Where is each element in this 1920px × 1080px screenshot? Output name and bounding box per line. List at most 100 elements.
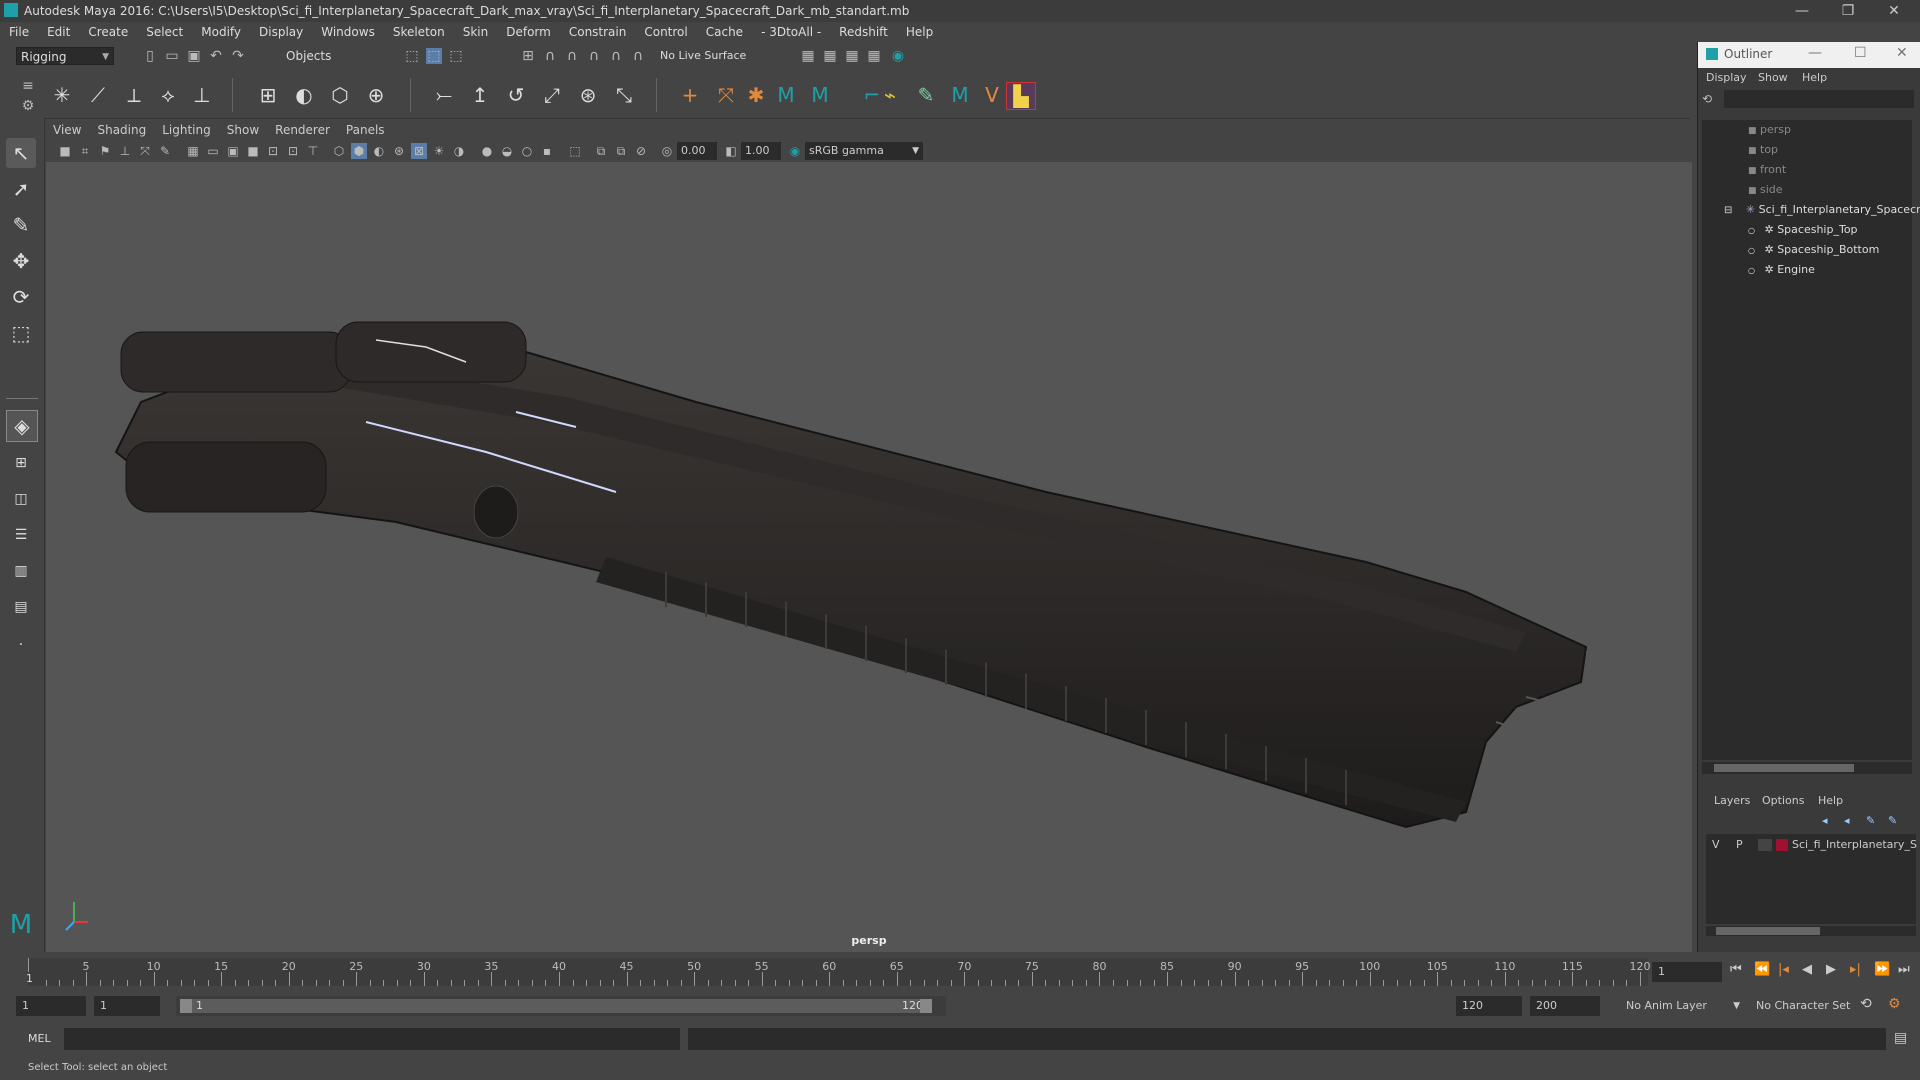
panel-menu-renderer[interactable]: Renderer — [267, 120, 338, 137]
custom-layout-icon[interactable]: · — [6, 630, 36, 660]
lattice-icon[interactable]: ⬡ — [326, 82, 354, 108]
menu-create[interactable]: Create — [79, 22, 137, 39]
menu-select[interactable]: Select — [137, 22, 192, 39]
menu-windows[interactable]: Windows — [312, 22, 384, 39]
menu-edit[interactable]: Edit — [38, 22, 79, 39]
maya-tool-3-icon[interactable]: M — [946, 82, 974, 108]
command-language-label[interactable]: MEL — [28, 1032, 51, 1045]
image-plane-icon[interactable]: ⊥ — [117, 143, 133, 159]
pole-vector-icon[interactable]: ⤡ — [610, 82, 638, 108]
safe-action-icon[interactable]: ⊡ — [285, 143, 301, 159]
move-layer-down-icon[interactable]: ◂ — [1844, 814, 1850, 827]
outliner-search-input[interactable] — [1724, 90, 1914, 108]
panel-menu-panels[interactable]: Panels — [338, 120, 393, 137]
panel-menu-view[interactable]: View — [45, 120, 89, 137]
outliner-item-top[interactable]: ■ top — [1702, 140, 1920, 160]
new-layer-selected-icon[interactable]: ✎ — [1888, 814, 1897, 827]
paint-weights-icon[interactable]: ◐ — [290, 82, 318, 108]
anti-aliasing-icon[interactable]: ○ — [519, 143, 535, 159]
outliner-menu-display[interactable]: Display — [1706, 71, 1747, 84]
layers-menu-options[interactable]: Options — [1762, 794, 1804, 807]
hypershade-icon[interactable]: ◉ — [890, 48, 906, 64]
rotate-tool-icon[interactable]: ⟳ — [6, 282, 36, 312]
new-layer-icon[interactable]: ✎ — [1866, 814, 1875, 827]
grease-pencil-icon[interactable]: ✎ — [157, 143, 173, 159]
collapse-icon[interactable]: ⊟ — [1724, 205, 1732, 216]
outliner-item-spaceship-top[interactable]: ○ ✲ Spaceship_Top — [1702, 220, 1920, 240]
layer-row[interactable]: V P Sci_fi_Interplanetary_S — [1706, 836, 1917, 854]
bind-skin-icon[interactable]: ⊞ — [254, 82, 282, 108]
menu-cache[interactable]: Cache — [697, 22, 752, 39]
four-view-layout-icon[interactable]: ⊞ — [6, 448, 36, 478]
snap-surface-icon[interactable]: ∩ — [608, 48, 624, 64]
redo-icon[interactable]: ↷ — [230, 48, 246, 64]
v-tool-icon[interactable]: V — [978, 82, 1006, 108]
layer-visibility-toggle[interactable]: V — [1712, 836, 1720, 854]
exposure-icon[interactable]: ◎ — [659, 143, 675, 159]
menu-skin[interactable]: Skin — [454, 22, 498, 39]
menu-constrain[interactable]: Constrain — [560, 22, 636, 39]
range-slider-handle[interactable]: 1 120 — [180, 999, 932, 1013]
brush-icon[interactable]: ✎ — [912, 82, 940, 108]
locator-icon[interactable]: + — [676, 82, 704, 108]
2d-pan-zoom-icon[interactable]: ⤧ — [137, 143, 153, 159]
range-slider[interactable]: 1 120 — [176, 996, 946, 1016]
open-scene-icon[interactable]: ▭ — [164, 48, 180, 64]
grid-toggle-icon[interactable]: ▦ — [185, 143, 201, 159]
go-to-start-icon[interactable]: ⏮ — [1730, 962, 1742, 977]
menu-file[interactable]: File — [0, 22, 38, 39]
shadows-icon[interactable]: ◑ — [451, 143, 467, 159]
outliner-maximize-button[interactable]: ☐ — [1854, 45, 1867, 61]
panel-menu-shading[interactable]: Shading — [89, 120, 154, 137]
snap-point-icon[interactable]: ∩ — [564, 48, 580, 64]
time-ruler[interactable]: 1 5 10 15 20 25 30 35 40 45 50 55 60 65 70 75 80 85 90 95 1… — [26, 958, 1651, 986]
camera-icon[interactable]: ■ — [57, 143, 73, 159]
gamma-field[interactable]: 1.00 — [741, 142, 781, 160]
menu-redshift[interactable]: Redshift — [830, 22, 897, 39]
render-frame-icon[interactable]: ▦ — [822, 48, 838, 64]
insert-joint-icon[interactable]: ⟡ — [154, 82, 182, 108]
select-hierarchy-icon[interactable]: ⬚ — [404, 48, 420, 64]
snap-view-plane-icon[interactable]: ∩ — [586, 48, 602, 64]
layer-playback-toggle[interactable]: P — [1736, 836, 1743, 854]
restore-button[interactable]: ❐ — [1828, 2, 1868, 20]
aim-constraint-icon[interactable]: ↥ — [466, 82, 494, 108]
field-chart-icon[interactable]: ⊡ — [265, 143, 281, 159]
outliner-hscrollbar[interactable] — [1702, 762, 1912, 774]
mode-dropdown[interactable]: Rigging ▼ — [16, 47, 114, 65]
menu-3dtoall[interactable]: - 3DtoAll - — [752, 22, 830, 39]
wireframe-icon[interactable]: ⬡ — [331, 143, 347, 159]
side-by-side-layout-icon[interactable]: ◫ — [6, 484, 36, 514]
go-to-end-icon[interactable]: ⏭ — [1898, 962, 1910, 977]
gate-mask-icon[interactable]: ■ — [245, 143, 261, 159]
isolate-select-icon[interactable]: ⬚ — [567, 143, 583, 159]
gamma-icon[interactable]: ◧ — [723, 143, 739, 159]
undo-icon[interactable]: ↶ — [208, 48, 224, 64]
ipr-render-icon[interactable]: ▦ — [844, 48, 860, 64]
new-scene-icon[interactable]: ▯ — [142, 48, 158, 64]
shelf-settings-icon[interactable]: ⚙ — [20, 98, 36, 114]
step-forward-icon[interactable]: ⏩ — [1874, 962, 1890, 977]
scrollbar-thumb[interactable] — [1714, 764, 1854, 772]
menu-display[interactable]: Display — [250, 22, 312, 39]
menu-deform[interactable]: Deform — [497, 22, 560, 39]
single-view-layout-icon[interactable]: ◈ — [6, 410, 38, 442]
outliner-minimize-button[interactable]: — — [1808, 45, 1822, 61]
scrollbar-thumb[interactable] — [1716, 927, 1820, 935]
maya-tool-1-icon[interactable]: M — [772, 82, 800, 108]
select-object-icon[interactable]: ⬚ — [426, 48, 442, 64]
paint-select-icon[interactable]: ✎ — [6, 210, 36, 240]
make-live-icon[interactable]: ∩ — [630, 48, 646, 64]
range-start-grip[interactable] — [180, 999, 192, 1013]
animation-start-field[interactable]: 1 — [16, 996, 86, 1016]
default-material-icon[interactable]: ◐ — [371, 143, 387, 159]
graph-layout-icon[interactable]: ▥ — [6, 556, 36, 586]
camera-attributes-icon[interactable]: ⌗ — [77, 143, 93, 159]
outliner-filter-icon[interactable]: ⟲ — [1702, 92, 1718, 108]
lasso-tool-icon[interactable]: ➚ — [6, 174, 36, 204]
annotation-icon[interactable]: ⤧ — [712, 82, 740, 108]
snap-grid-icon[interactable]: ⊞ — [520, 48, 536, 64]
film-gate-icon[interactable]: ▭ — [205, 143, 221, 159]
layer-color-swatch[interactable] — [1776, 839, 1788, 851]
range-end-grip[interactable] — [920, 999, 932, 1013]
